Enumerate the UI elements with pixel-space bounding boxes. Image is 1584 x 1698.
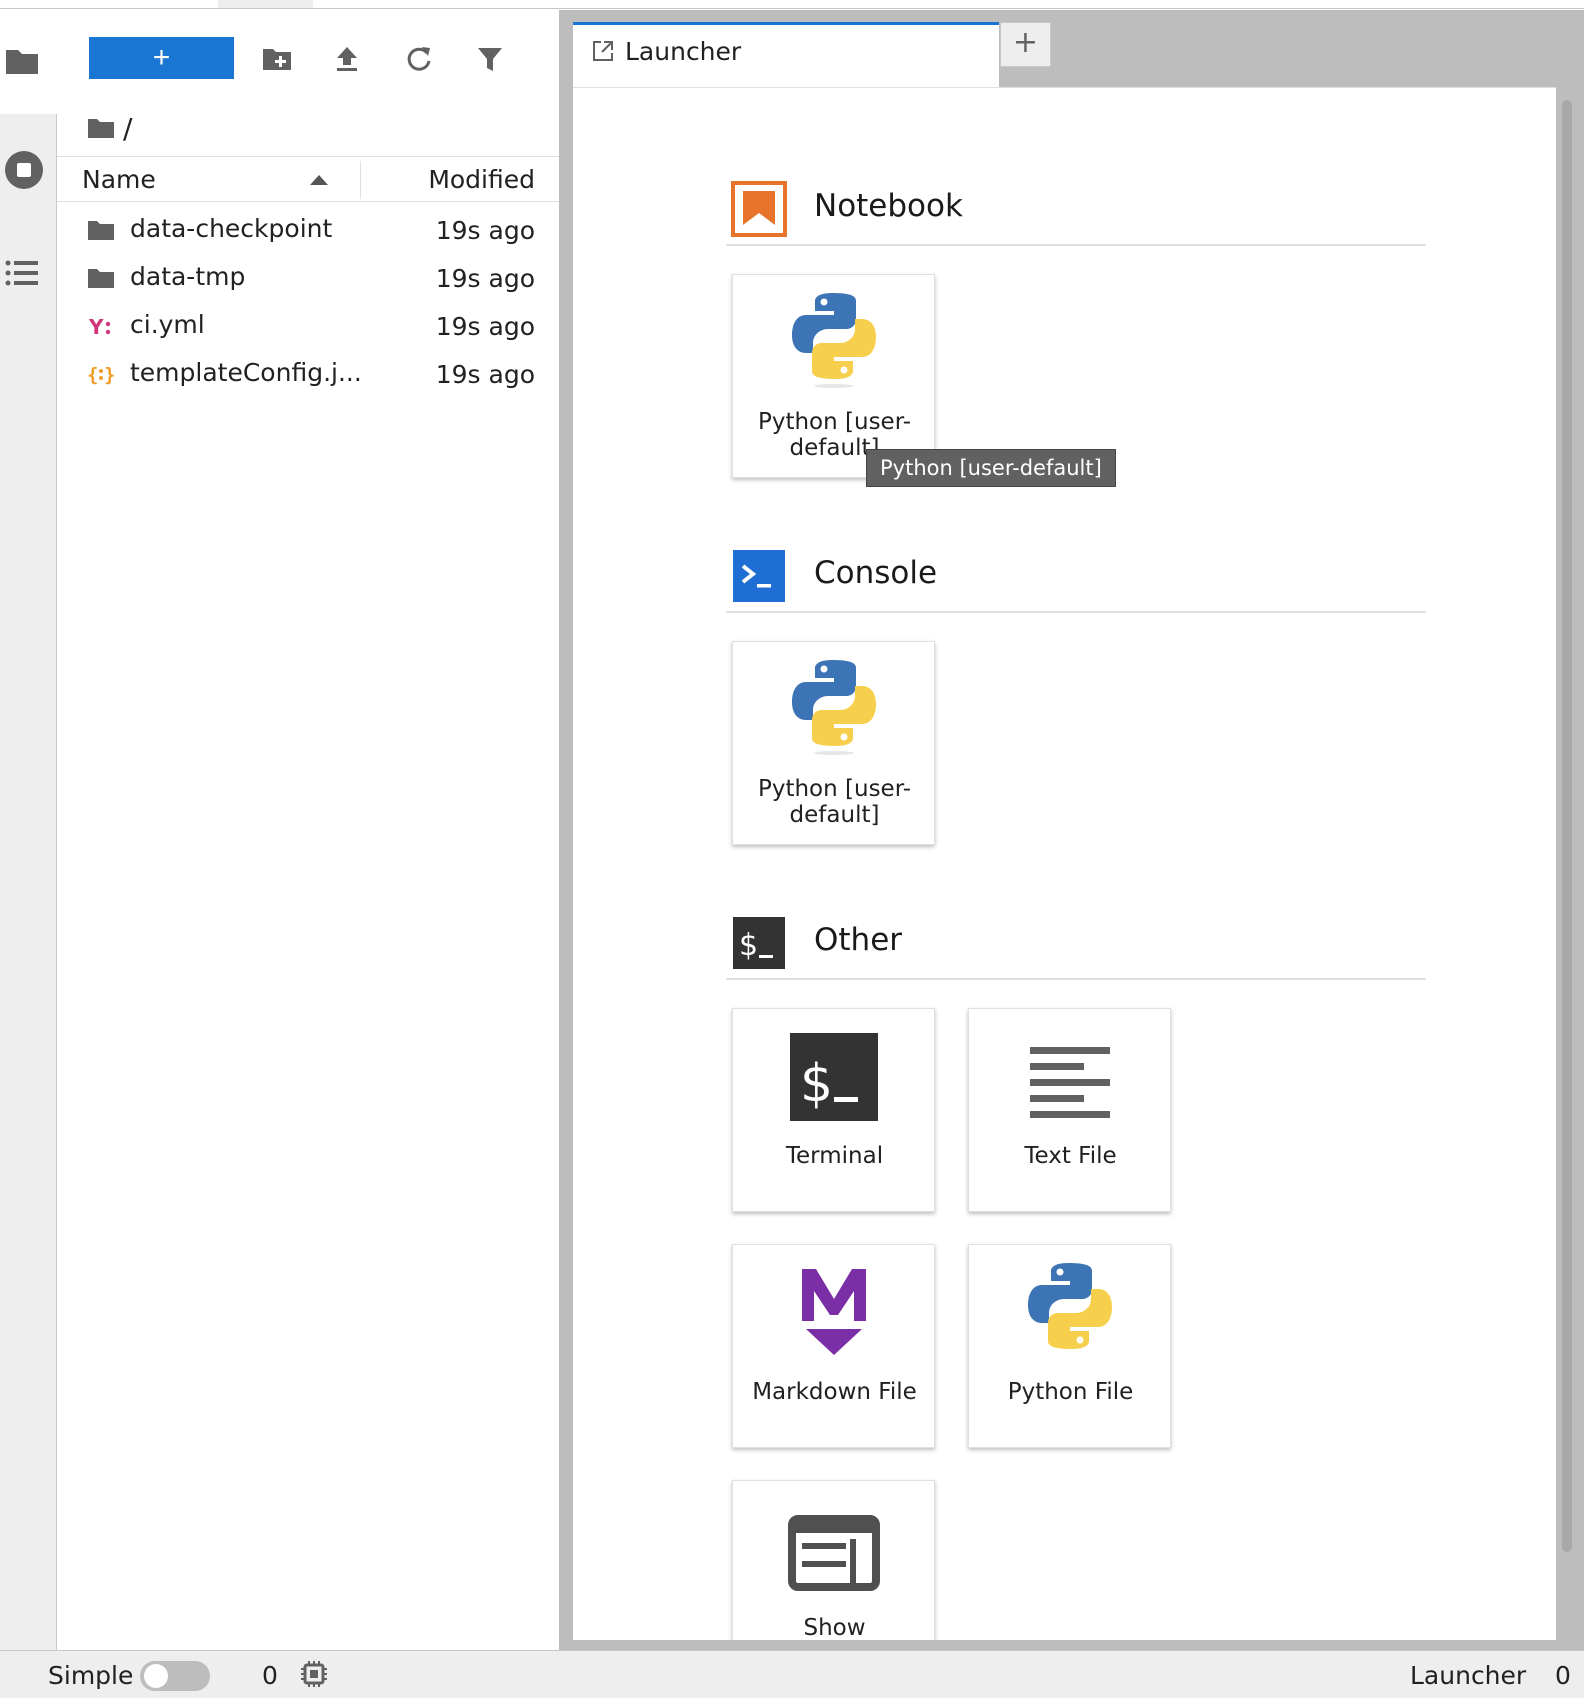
running-kernels-icon[interactable]	[4, 150, 44, 190]
svg-text:{: {	[87, 364, 98, 386]
file-list-header: Name Modified	[57, 156, 559, 202]
column-divider[interactable]	[360, 161, 361, 199]
kernel-tooltip: Python [user-default]	[866, 449, 1116, 487]
refresh-icon[interactable]	[404, 44, 434, 74]
launcher-scrollbar-thumb[interactable]	[1562, 100, 1572, 1552]
modified-column-header[interactable]: Modified	[428, 165, 535, 194]
file-row[interactable]: Y ci.yml 19s ago	[57, 302, 559, 350]
card-label: Text File	[1024, 1143, 1117, 1169]
current-activity-label: Launcher	[1410, 1661, 1527, 1690]
new-launcher-button[interactable]: +	[89, 37, 234, 79]
simple-mode-label: Simple	[48, 1661, 134, 1690]
show-card[interactable]: Show	[732, 1480, 935, 1640]
file-modified: 19s ago	[435, 312, 535, 341]
sort-ascending-icon	[310, 175, 328, 185]
top-strip	[0, 0, 1584, 9]
cpu-chip-icon[interactable]	[300, 1660, 328, 1688]
console-section-header: Console	[726, 543, 1426, 613]
other-section-header: $ Other	[726, 910, 1426, 980]
console-icon	[733, 550, 785, 602]
tab-bar: Launcher +	[559, 10, 1584, 87]
python-logo-icon	[792, 293, 876, 388]
tab-launcher[interactable]: Launcher	[573, 22, 999, 87]
home-folder-icon[interactable]	[87, 116, 115, 140]
file-name: templateConfig.j...	[130, 358, 362, 387]
file-name: data-tmp	[130, 262, 246, 291]
card-label: Python [user-default]	[757, 776, 911, 828]
layout-window-icon	[788, 1515, 880, 1591]
activity-bar	[0, 10, 57, 1650]
python-logo-icon	[1028, 1263, 1112, 1349]
name-column-header[interactable]: Name	[82, 165, 156, 194]
file-modified: 19s ago	[435, 264, 535, 293]
text-file-card[interactable]: Text File	[968, 1008, 1171, 1212]
main-area: Launcher + Notebook Python [user-default…	[559, 10, 1584, 1650]
launch-icon	[593, 41, 613, 61]
notebook-section-title: Notebook	[814, 188, 963, 224]
svg-text:$: $	[800, 1054, 833, 1114]
file-browser: + / Name Modified data-checkpoint 19s ag…	[57, 10, 559, 1650]
top-tab-stub	[218, 0, 313, 8]
svg-text:Y: Y	[88, 315, 104, 338]
text-file-icon	[1030, 1047, 1110, 1118]
file-row[interactable]: data-tmp 19s ago	[57, 254, 559, 302]
terminal-section-icon: $	[733, 917, 785, 969]
file-name: ci.yml	[130, 310, 205, 339]
file-browser-toolbar: +	[57, 10, 559, 105]
terminal-card[interactable]: $ Terminal	[732, 1008, 935, 1212]
new-folder-icon[interactable]	[262, 44, 292, 74]
simple-mode-toggle[interactable]	[140, 1661, 210, 1691]
folder-icon	[88, 221, 114, 240]
breadcrumb: /	[87, 108, 132, 148]
python-file-card[interactable]: Python File	[968, 1244, 1171, 1448]
notebook-python-card[interactable]: Python [user-default]	[732, 274, 935, 478]
card-label: Show	[803, 1615, 866, 1640]
console-python-card[interactable]: Python [user-default]	[732, 641, 935, 845]
terminal-icon: $	[790, 1033, 878, 1121]
other-section-title: Other	[814, 922, 903, 958]
file-name: data-checkpoint	[130, 214, 333, 243]
breadcrumb-root[interactable]: /	[123, 112, 132, 145]
markdown-icon	[802, 1269, 866, 1355]
folder-icon[interactable]	[4, 46, 40, 76]
add-tab-button[interactable]: +	[1000, 22, 1051, 67]
card-label: Python File	[1007, 1379, 1134, 1405]
file-list: data-checkpoint 19s ago data-tmp 19s ago…	[57, 206, 559, 398]
svg-text:}: }	[104, 364, 115, 386]
launcher-panel: Notebook Python [user-default] Console P…	[573, 87, 1556, 1640]
notebook-icon	[731, 181, 787, 237]
status-bar: Simple 0 Launcher 0	[0, 1650, 1584, 1698]
card-label: Terminal	[785, 1143, 884, 1169]
file-row[interactable]: { } templateConfig.j... 19s ago	[57, 350, 559, 398]
table-of-contents-icon[interactable]	[4, 258, 40, 288]
markdown-file-card[interactable]: Markdown File	[732, 1244, 935, 1448]
console-section-title: Console	[814, 555, 938, 591]
filter-icon[interactable]	[475, 44, 505, 74]
python-logo-icon	[792, 660, 876, 755]
file-modified: 19s ago	[435, 360, 535, 389]
yaml-file-icon: Y	[88, 315, 111, 338]
card-label: Markdown File	[752, 1379, 917, 1405]
file-modified: 19s ago	[435, 216, 535, 245]
notification-count[interactable]: 0	[1555, 1661, 1571, 1690]
tab-label: Launcher	[625, 37, 742, 66]
file-row[interactable]: data-checkpoint 19s ago	[57, 206, 559, 254]
json-file-icon: { }	[87, 364, 115, 386]
notebook-section-header: Notebook	[726, 176, 1426, 246]
svg-text:$: $	[739, 928, 758, 963]
upload-icon[interactable]	[332, 44, 362, 74]
folder-icon	[88, 269, 114, 288]
kernel-count[interactable]: 0	[262, 1661, 278, 1690]
